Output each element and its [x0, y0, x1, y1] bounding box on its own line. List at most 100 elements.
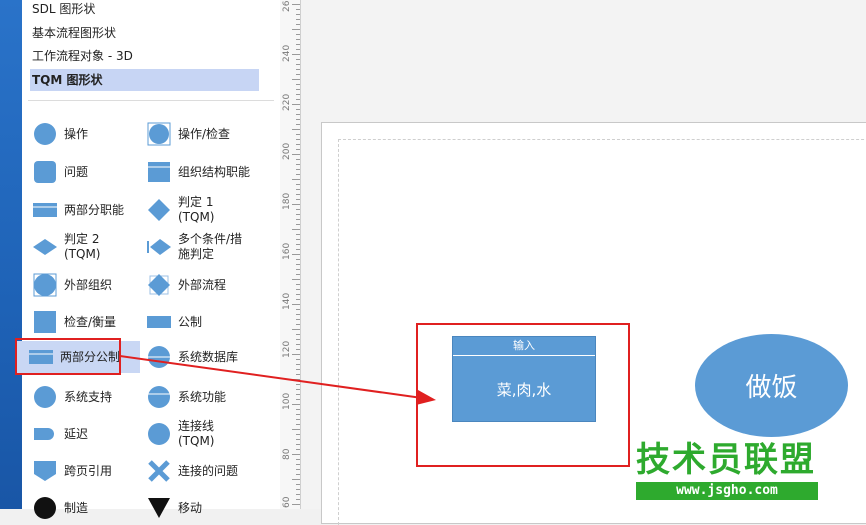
ruler-tick	[296, 94, 300, 95]
ruler-tick	[296, 274, 300, 275]
panel-divider	[28, 100, 274, 101]
shape-external-process[interactable]: 外部流程	[146, 269, 276, 301]
shape-label: 检查/衡量	[64, 314, 117, 329]
shape-manufacture[interactable]: 制造	[32, 492, 142, 524]
stencil-workflow-3d[interactable]: 工作流程对象 - 3D	[30, 45, 259, 67]
shape-move[interactable]: 移动	[146, 492, 276, 524]
ruler-tick	[296, 284, 300, 285]
ruler-tick	[296, 334, 300, 335]
diamond-icon	[146, 197, 172, 223]
ruler-tick	[296, 459, 300, 460]
shape-org-function[interactable]: 组织结构职能	[146, 156, 276, 188]
shape-external-org[interactable]: 外部组织	[32, 269, 142, 301]
ruler-tick	[296, 349, 300, 350]
shape-label: 公制	[178, 314, 203, 329]
ruler-tick	[296, 424, 300, 425]
ruler-tick	[296, 239, 300, 240]
delay-icon	[32, 421, 58, 447]
shape-delay[interactable]: 延迟	[32, 418, 142, 450]
watermark-url: www.jsgho.com	[636, 482, 818, 500]
stencil-basic-flowchart[interactable]: 基本流程图形状	[30, 22, 259, 44]
shape-connector[interactable]: 连接线 (TQM)	[146, 418, 276, 450]
ruler-tick	[292, 204, 300, 205]
shape-multi-condition[interactable]: 多个条件/措 施判定	[146, 231, 276, 263]
shape-label: 多个条件/措 施判定	[178, 232, 243, 261]
ruler-tick	[296, 374, 300, 375]
highlight-box-canvas	[416, 323, 630, 467]
shape-metric[interactable]: 公制	[146, 306, 276, 338]
shape-inspect-measure[interactable]: 检查/衡量	[32, 306, 142, 338]
ruler-tick	[296, 309, 300, 310]
circle-icon	[32, 384, 58, 410]
ruler-tick	[296, 214, 300, 215]
circle-icon	[146, 421, 172, 447]
circle-in-square-icon	[146, 121, 172, 147]
ruler-label: 220	[282, 93, 292, 111]
ruler-tick	[292, 379, 300, 380]
shape-problem[interactable]: 问题	[32, 156, 142, 188]
ruler-label: 240	[282, 44, 292, 62]
ruler-tick	[292, 179, 300, 180]
shape-system-database[interactable]: 系统数据库	[146, 341, 276, 373]
ruler-tick	[296, 199, 300, 200]
ruler-tick	[296, 359, 300, 360]
shape-label: 问题	[64, 164, 89, 179]
ruler-tick	[296, 124, 300, 125]
ruler-tick	[296, 174, 300, 175]
shape-label: 连接线 (TQM)	[178, 419, 215, 448]
ruler-tick	[296, 89, 300, 90]
ruler-tick	[296, 109, 300, 110]
ruler-tick	[296, 44, 300, 45]
shape-label: 两部分职能	[64, 202, 125, 217]
shape-operation[interactable]: 操作	[32, 118, 142, 150]
ruler-tick	[296, 399, 300, 400]
ruler-label: 80	[282, 448, 292, 460]
taskbar-strip	[0, 0, 22, 509]
ruler-tick	[296, 119, 300, 120]
ruler-tick	[296, 414, 300, 415]
shape-system-function[interactable]: 系统功能	[146, 381, 276, 413]
shape-system-support[interactable]: 系统支持	[32, 381, 142, 413]
ruler-tick	[296, 499, 300, 500]
shape-label: 制造	[64, 500, 89, 515]
ruler-tick	[296, 184, 300, 185]
ruler-tick	[296, 14, 300, 15]
ruler-label: 60	[282, 496, 292, 508]
ruler-tick	[296, 19, 300, 20]
ruler-tick	[296, 444, 300, 445]
vertical-ruler: 260 240 220 200 180 160 140 120 100 80 6…	[280, 0, 301, 509]
shape-label: 判定 2 (TQM)	[64, 232, 101, 261]
ruler-tick	[296, 434, 300, 435]
database-circle-icon	[146, 344, 172, 370]
shape-label: 组织结构职能	[178, 164, 251, 179]
shape-label: 系统支持	[64, 389, 113, 404]
ruler-tick	[296, 169, 300, 170]
shapes-panel: SDL 图形状 基本流程图形状 工作流程对象 - 3D TQM 图形状 操作 操…	[16, 0, 281, 519]
ruler-tick	[292, 229, 300, 230]
shape-operation-inspect[interactable]: 操作/检查	[146, 118, 276, 150]
ruler-tick	[292, 329, 300, 330]
oval-text[interactable]: 做饭	[745, 367, 797, 404]
watermark-title: 技术员联盟	[636, 440, 816, 480]
stencil-sdl[interactable]: SDL 图形状	[30, 0, 259, 20]
ruler-tick	[296, 264, 300, 265]
ruler-label: 260	[282, 0, 292, 12]
shape-two-part-function[interactable]: 两部分职能	[32, 194, 142, 226]
ruler-tick	[296, 259, 300, 260]
ruler-tick	[296, 244, 300, 245]
ruler-tick	[292, 4, 300, 5]
shape-decision-2[interactable]: 判定 2 (TQM)	[32, 231, 142, 263]
ruler-tick	[296, 219, 300, 220]
shape-connected-issue[interactable]: 连接的问题	[146, 455, 276, 487]
stencil-tqm[interactable]: TQM 图形状	[30, 69, 259, 91]
ruler-tick	[296, 319, 300, 320]
ruler-tick	[296, 9, 300, 10]
ruler-tick	[296, 134, 300, 135]
ruler-tick	[296, 189, 300, 190]
shape-offpage-reference[interactable]: 跨页引用	[32, 455, 142, 487]
shape-decision-1[interactable]: 判定 1 (TQM)	[146, 194, 276, 226]
square-icon	[32, 309, 58, 335]
ruler-tick	[296, 464, 300, 465]
cook-oval-shape[interactable]: 做饭	[695, 334, 848, 437]
ruler-tick	[292, 79, 300, 80]
